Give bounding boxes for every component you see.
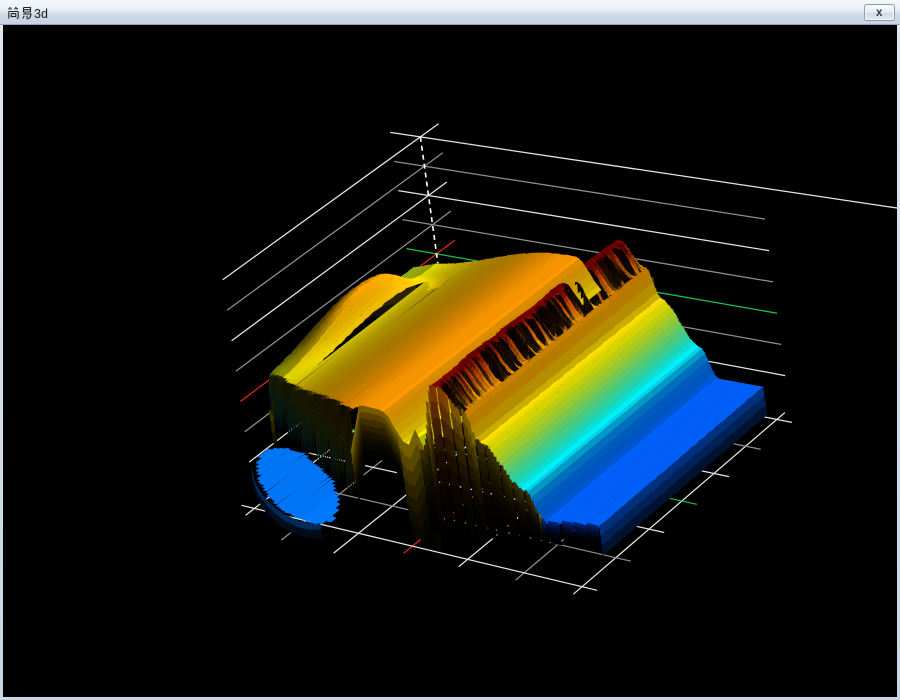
svg-text:3d: 3d (34, 7, 48, 21)
